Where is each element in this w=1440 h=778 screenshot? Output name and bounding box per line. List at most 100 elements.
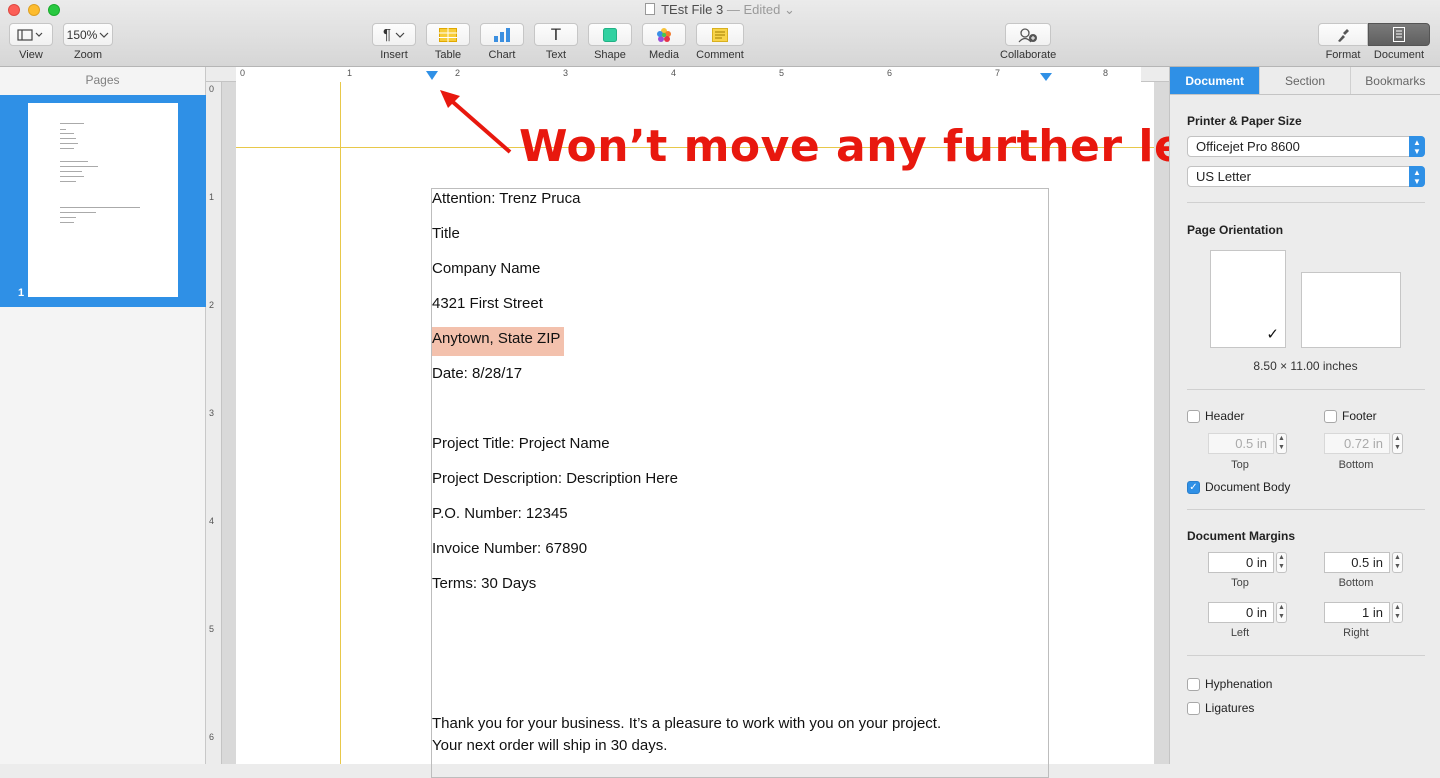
margin-right-field[interactable]: 1 in <box>1324 602 1390 623</box>
shape-tool[interactable]: Shape <box>588 23 632 61</box>
document-page[interactable]: Attention: Trenz Pruca Title Company Nam… <box>236 82 1154 778</box>
zoom-value: 150% <box>66 27 98 42</box>
inspector-tabs: Document Section Bookmarks <box>1170 67 1440 95</box>
pages-header: Pages <box>85 73 120 87</box>
right-indent-marker[interactable] <box>1040 73 1052 82</box>
left-indent-marker[interactable] <box>426 71 438 81</box>
footer-bottom-stepper[interactable]: ▲ ▼ <box>1392 433 1403 454</box>
margin-bottom-field[interactable]: 0.5 in <box>1324 552 1390 573</box>
table-button[interactable] <box>426 23 470 46</box>
format-tool[interactable]: Format <box>1318 23 1368 61</box>
chart-tool[interactable]: Chart <box>480 23 524 61</box>
insert-button[interactable]: ¶ <box>372 23 416 46</box>
ruler-number: 0 <box>240 68 246 78</box>
vertical-ruler[interactable]: 0 1 2 3 4 5 6 <box>206 82 222 764</box>
printer-select[interactable]: Officejet Pro 8600 ▲ ▼ <box>1187 136 1425 157</box>
ruler-number: 4 <box>671 68 677 78</box>
chart-button[interactable] <box>480 23 524 46</box>
tab-section[interactable]: Section <box>1260 67 1351 94</box>
pages-sidebar: Pages 1 <box>0 67 206 764</box>
document-body-checkbox[interactable]: ✓ <box>1187 481 1200 494</box>
header-top-caption: Top <box>1231 459 1249 471</box>
text-tool[interactable]: T Text <box>534 23 578 61</box>
zoom-select[interactable]: 150% <box>63 23 113 46</box>
text-line[interactable]: 4321 First Street <box>432 295 543 312</box>
margin-right-caption: Right <box>1343 627 1369 639</box>
comment-button[interactable] <box>696 23 744 46</box>
horizontal-ruler[interactable]: 0 1 2 3 4 5 6 7 8 <box>206 67 1169 82</box>
margin-left-stepper[interactable]: ▲ ▼ <box>1276 602 1287 623</box>
header-top-stepper[interactable]: ▲ ▼ <box>1276 433 1287 454</box>
document-canvas: Attention: Trenz Pruca Title Company Nam… <box>222 82 1169 778</box>
footer-label: Footer <box>1342 409 1377 423</box>
margin-top-stepper[interactable]: ▲ ▼ <box>1276 552 1287 573</box>
tab-bookmarks[interactable]: Bookmarks <box>1351 67 1440 94</box>
text-button[interactable]: T <box>534 23 578 46</box>
view-button[interactable] <box>9 23 53 46</box>
media-label: Media <box>649 49 679 61</box>
text-line[interactable]: Invoice Number: 67890 <box>432 540 587 557</box>
margin-bottom-stepper[interactable]: ▲ ▼ <box>1392 552 1403 573</box>
view-label: View <box>19 49 43 61</box>
text-line[interactable]: Company Name <box>432 260 540 277</box>
text-label: Text <box>545 49 567 61</box>
view-tool[interactable]: View <box>9 23 53 61</box>
media-tool[interactable]: Media <box>642 23 686 61</box>
ruler-number: 1 <box>347 68 353 78</box>
text-line[interactable]: Project Title: Project Name <box>432 435 610 452</box>
chart-label: Chart <box>488 49 516 61</box>
text-line[interactable]: Thank you for your business. It’s a plea… <box>432 715 941 732</box>
table-tool[interactable]: Table <box>426 23 470 61</box>
document-inspector-button[interactable] <box>1368 23 1430 46</box>
comment-tool[interactable]: Comment <box>696 23 744 61</box>
margin-top-field[interactable]: 0 in <box>1208 552 1274 573</box>
annotation-text: Won’t move any further left <box>519 121 1226 172</box>
edited-status: — Edited <box>726 2 781 17</box>
page-thumbnail[interactable] <box>28 103 178 297</box>
margin-right-stepper[interactable]: ▲ ▼ <box>1392 602 1403 623</box>
text-line[interactable]: Your next order will ship in 30 days. <box>432 737 667 754</box>
page-thumbnail-selected[interactable]: 1 <box>0 95 206 307</box>
text-line[interactable]: Attention: Trenz Pruca <box>432 190 580 207</box>
header-label: Header <box>1205 409 1245 423</box>
annotation-arrow-icon <box>440 90 512 154</box>
margin-left-field[interactable]: 0 in <box>1208 602 1274 623</box>
text-line[interactable]: P.O. Number: 12345 <box>432 505 568 522</box>
collaborate-button[interactable] <box>1005 23 1052 46</box>
footer-checkbox[interactable] <box>1324 410 1337 423</box>
text-line[interactable]: Title <box>432 225 460 242</box>
highlighted-text-line[interactable]: Anytown, State ZIP <box>432 327 565 356</box>
toolbar: TEst File 3 — Edited ⌄ View 150% Zoom ¶ … <box>0 0 1440 67</box>
text-line[interactable]: Terms: 30 Days <box>432 575 536 592</box>
text-line[interactable]: Project Description: Description Here <box>432 470 678 487</box>
updown-arrows-icon: ▲ ▼ <box>1409 166 1425 187</box>
zoom-tool[interactable]: 150% Zoom <box>63 23 113 61</box>
tab-document[interactable]: Document <box>1170 67 1261 94</box>
window-title-text: TEst File 3 <box>661 2 724 17</box>
body-text-box[interactable]: Attention: Trenz Pruca Title Company Nam… <box>431 188 1049 778</box>
comment-label: Comment <box>696 49 744 61</box>
text-line[interactable]: Date: 8/28/17 <box>432 365 522 382</box>
printer-value: Officejet Pro 8600 <box>1196 139 1300 154</box>
insert-tool[interactable]: ¶ Insert <box>372 23 416 61</box>
collaborate-tool[interactable]: Collaborate <box>1000 23 1056 61</box>
shape-button[interactable] <box>588 23 632 46</box>
format-label: Format <box>1325 49 1361 61</box>
paper-size-select[interactable]: US Letter ▲ ▼ <box>1187 166 1425 187</box>
chart-icon <box>494 27 510 42</box>
chevron-down-icon[interactable]: ⌄ <box>784 2 795 17</box>
ligatures-checkbox[interactable] <box>1187 702 1200 715</box>
media-button[interactable] <box>642 23 686 46</box>
page-number: 1 <box>18 287 25 299</box>
landscape-orientation-button[interactable] <box>1301 272 1401 348</box>
portrait-orientation-button[interactable]: ✓ <box>1210 250 1286 348</box>
document-inspector: Document Section Bookmarks Printer & Pap… <box>1169 67 1440 764</box>
document-tool[interactable]: Document <box>1368 23 1430 61</box>
header-top-field[interactable]: 0.5 in <box>1208 433 1274 454</box>
ruler-number: 8 <box>1103 68 1109 78</box>
pages-window: TEst File 3 — Edited ⌄ View 150% Zoom ¶ … <box>0 0 1440 778</box>
hyphenation-checkbox[interactable] <box>1187 678 1200 691</box>
header-checkbox[interactable] <box>1187 410 1200 423</box>
footer-bottom-field[interactable]: 0.72 in <box>1324 433 1390 454</box>
format-button[interactable] <box>1318 23 1368 46</box>
